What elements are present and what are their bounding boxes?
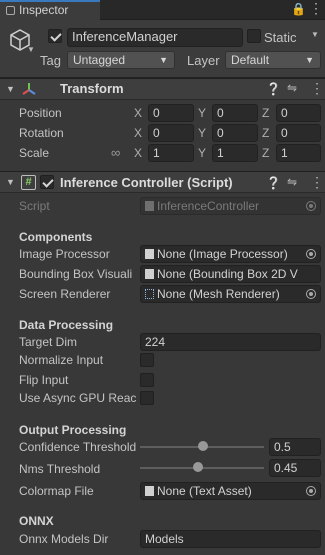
axis-z-label: Z [262, 106, 270, 120]
fold-arrow-icon[interactable]: ▼ [6, 84, 15, 94]
controller-title: Inference Controller (Script) [60, 175, 233, 190]
image-processor-label: Image Processor [19, 247, 110, 261]
screen-renderer-value: None (Mesh Renderer) [157, 287, 280, 301]
components-header: Components [19, 230, 93, 244]
scale-x-field[interactable]: 1 [148, 144, 194, 162]
more-icon[interactable]: ⋮ [310, 174, 324, 191]
nms-slider-thumb[interactable] [193, 462, 203, 472]
bbox-label: Bounding Box Visuali [19, 267, 133, 281]
text-asset-icon [145, 486, 154, 496]
confidence-label: Confidence Threshold [19, 440, 137, 454]
inspector-tab[interactable]: Inspector [0, 0, 100, 20]
colormap-field[interactable]: None (Text Asset) [140, 482, 321, 500]
scale-y-field[interactable]: 1 [212, 144, 258, 162]
inspector-tab-icon [6, 6, 15, 15]
colormap-value: None (Text Asset) [157, 484, 252, 498]
script-field: InferenceController [140, 197, 321, 215]
flip-label: Flip Input [19, 373, 69, 387]
menu-icon[interactable]: ⋮ [309, 0, 323, 17]
presets-icon[interactable]: ⇋ [287, 81, 297, 95]
position-y-field[interactable]: 0 [212, 104, 258, 122]
script-hash-icon: # [21, 175, 36, 190]
chevron-down-icon: ▼ [305, 55, 314, 65]
async-checkbox[interactable] [140, 391, 154, 405]
script-label: Script [19, 199, 50, 213]
help-icon[interactable]: ❔ [266, 176, 281, 190]
transform-axes-icon [22, 83, 36, 95]
image-processor-field[interactable]: None (Image Processor) [140, 245, 321, 263]
position-z-field[interactable]: 0 [276, 104, 321, 122]
mesh-renderer-icon [145, 289, 154, 299]
link-icon[interactable]: ∞ [111, 145, 120, 160]
inspector-tab-label: Inspector [19, 3, 69, 17]
async-label: Use Async GPU Reac [19, 391, 137, 405]
rotation-y-field[interactable]: 0 [212, 124, 258, 142]
axis-x-label: X [134, 146, 143, 160]
position-label: Position [19, 106, 62, 120]
axis-z-label: Z [262, 146, 270, 160]
controller-enabled-checkbox[interactable] [40, 175, 54, 189]
object-picker-icon[interactable] [306, 289, 316, 299]
rotation-label: Rotation [19, 126, 64, 140]
axis-x-label: X [134, 106, 143, 120]
script-file-icon [145, 249, 154, 259]
normalize-label: Normalize Input [19, 353, 104, 367]
chevron-down-icon: ▼ [159, 55, 168, 65]
bbox-field[interactable]: None (Bounding Box 2D V [140, 265, 321, 283]
static-label: Static [264, 30, 297, 45]
object-name-field[interactable]: InferenceManager [67, 28, 243, 47]
static-dropdown-arrow-icon[interactable]: ▼ [311, 30, 319, 39]
script-file-icon [145, 269, 154, 279]
tag-dropdown-value: Untagged [73, 53, 126, 67]
layer-dropdown-value: Default [231, 53, 270, 67]
presets-icon[interactable]: ⇋ [287, 175, 297, 189]
onnx-dir-label: Onnx Models Dir [19, 532, 109, 546]
confidence-slider-thumb[interactable] [198, 441, 208, 451]
axis-y-label: Y [198, 126, 207, 140]
flip-checkbox[interactable] [140, 373, 154, 387]
fold-arrow-icon[interactable]: ▼ [6, 177, 15, 187]
output-processing-header: Output Processing [19, 423, 127, 437]
axis-x-label: X [134, 126, 143, 140]
object-picker-icon[interactable] [306, 249, 316, 259]
rotation-x-field[interactable]: 0 [148, 124, 194, 142]
static-checkbox[interactable] [247, 29, 261, 43]
rotation-z-field[interactable]: 0 [276, 124, 321, 142]
screen-renderer-label: Screen Renderer [19, 287, 111, 301]
script-value: InferenceController [157, 199, 260, 213]
lock-icon[interactable]: 🔒 [291, 2, 306, 16]
inspector-tab-strip: Inspector 🔒 ⋮ [0, 0, 325, 20]
image-processor-value: None (Image Processor) [157, 247, 288, 261]
transform-title: Transform [60, 81, 124, 96]
scale-label: Scale [19, 146, 50, 160]
script-file-icon [145, 201, 154, 211]
icon-dropdown-arrow-icon[interactable]: ▼ [27, 45, 35, 54]
axis-z-label: Z [262, 126, 270, 140]
confidence-field[interactable]: 0.5 [269, 438, 321, 456]
nms-field[interactable]: 0.45 [269, 459, 321, 477]
object-picker-icon [306, 201, 316, 211]
active-checkbox[interactable] [48, 29, 62, 43]
onnx-header: ONNX [19, 514, 54, 528]
position-x-field[interactable]: 0 [148, 104, 194, 122]
scale-z-field[interactable]: 1 [276, 144, 321, 162]
nms-label: Nms Threshold [19, 462, 101, 476]
data-processing-header: Data Processing [19, 318, 114, 332]
axis-y-label: Y [198, 146, 207, 160]
onnx-dir-field[interactable]: Models [140, 530, 321, 548]
normalize-checkbox[interactable] [140, 353, 154, 367]
tag-label: Tag [40, 53, 61, 68]
screen-renderer-field[interactable]: None (Mesh Renderer) [140, 285, 321, 303]
target-dim-field[interactable]: 224 [140, 333, 321, 351]
layer-dropdown[interactable]: Default ▼ [225, 51, 321, 69]
colormap-label: Colormap File [19, 484, 94, 498]
more-icon[interactable]: ⋮ [310, 80, 324, 97]
layer-label: Layer [187, 53, 220, 68]
axis-y-label: Y [198, 106, 207, 120]
bbox-value: None (Bounding Box 2D V [157, 267, 298, 281]
tag-dropdown[interactable]: Untagged ▼ [67, 51, 175, 69]
help-icon[interactable]: ❔ [266, 82, 281, 96]
object-picker-icon[interactable] [306, 486, 316, 496]
target-dim-label: Target Dim [19, 335, 78, 349]
